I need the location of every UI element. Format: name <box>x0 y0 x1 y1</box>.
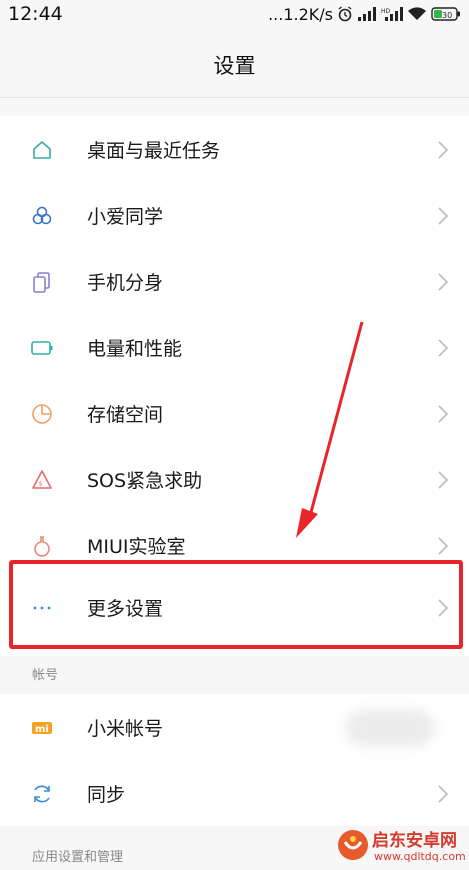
chevron-right-icon <box>438 207 449 225</box>
watermark-text: 启东安卓网 <box>372 831 457 851</box>
chevron-right-icon <box>438 339 449 357</box>
watermark-logo-icon <box>338 830 368 860</box>
home-icon <box>33 141 51 159</box>
apps-section-header: 应用设置和管理 <box>32 850 124 865</box>
status-bar: 12:44 ...1.2K/s HD 30 <box>0 0 469 30</box>
chevron-right-icon <box>438 141 449 159</box>
chevron-right-icon <box>438 273 449 291</box>
watermark: 启东安卓网 www.qdltdq.com <box>334 820 469 870</box>
sync-icon <box>34 785 50 803</box>
net-speed: ...1.2K/s <box>268 4 333 24</box>
signal-hd-icon: HD <box>381 7 403 21</box>
svg-text:HD: HD <box>381 8 391 15</box>
xiaoai-icon <box>32 206 52 225</box>
settings-item-label: 小爱同学 <box>87 206 164 228</box>
settings-item-sos[interactable]: $ SOS紧急求助 <box>0 446 469 512</box>
sos-warning-icon: $ <box>32 470 52 489</box>
settings-item-battery[interactable]: 电量和性能 <box>0 314 469 380</box>
chevron-right-icon <box>438 785 449 803</box>
title-bar: 设置 <box>0 30 469 98</box>
chevron-right-icon <box>438 405 449 423</box>
flask-icon <box>34 536 50 557</box>
settings-item-label: 电量和性能 <box>87 338 183 360</box>
settings-item-label: 存储空间 <box>87 404 164 426</box>
settings-item-xiaoai[interactable]: 小爱同学 <box>0 182 469 248</box>
watermark-url: www.qdltdq.com <box>374 850 466 863</box>
alarm-icon <box>338 6 352 22</box>
settings-item-desktop[interactable]: 桌面与最近任务 <box>0 116 469 182</box>
settings-item-sync[interactable]: 同步 <box>0 760 469 826</box>
battery-status-icon: 30 <box>431 7 460 21</box>
svg-text:$: $ <box>39 481 43 488</box>
status-time: 12:44 <box>8 3 63 25</box>
page-title: 设置 <box>213 54 256 78</box>
svg-text:mi: mi <box>35 724 49 735</box>
settings-item-label: 手机分身 <box>87 272 164 294</box>
dual-phone-icon <box>33 272 50 293</box>
status-icons: ...1.2K/s HD 30 <box>268 4 461 24</box>
settings-item-storage[interactable]: 存储空间 <box>0 380 469 446</box>
settings-item-label: 桌面与最近任务 <box>87 140 221 162</box>
battery-icon <box>31 341 53 355</box>
settings-item-label: 同步 <box>87 784 126 806</box>
settings-item-dual-phone[interactable]: 手机分身 <box>0 248 469 314</box>
account-section-header: 帐号 <box>32 668 59 683</box>
mi-logo-icon: mi <box>32 722 52 735</box>
blurred-account-info <box>345 710 435 746</box>
highlight-box <box>9 560 463 649</box>
signal-icon <box>358 7 376 21</box>
settings-item-label: MIUI实验室 <box>87 536 186 558</box>
settings-item-label: 小米帐号 <box>87 718 164 740</box>
pie-storage-icon <box>32 404 52 424</box>
settings-item-label: SOS紧急求助 <box>87 470 203 492</box>
chevron-right-icon <box>438 537 449 555</box>
wifi-icon <box>408 7 426 20</box>
battery-level: 30 <box>442 11 452 20</box>
chevron-right-icon <box>438 471 449 489</box>
